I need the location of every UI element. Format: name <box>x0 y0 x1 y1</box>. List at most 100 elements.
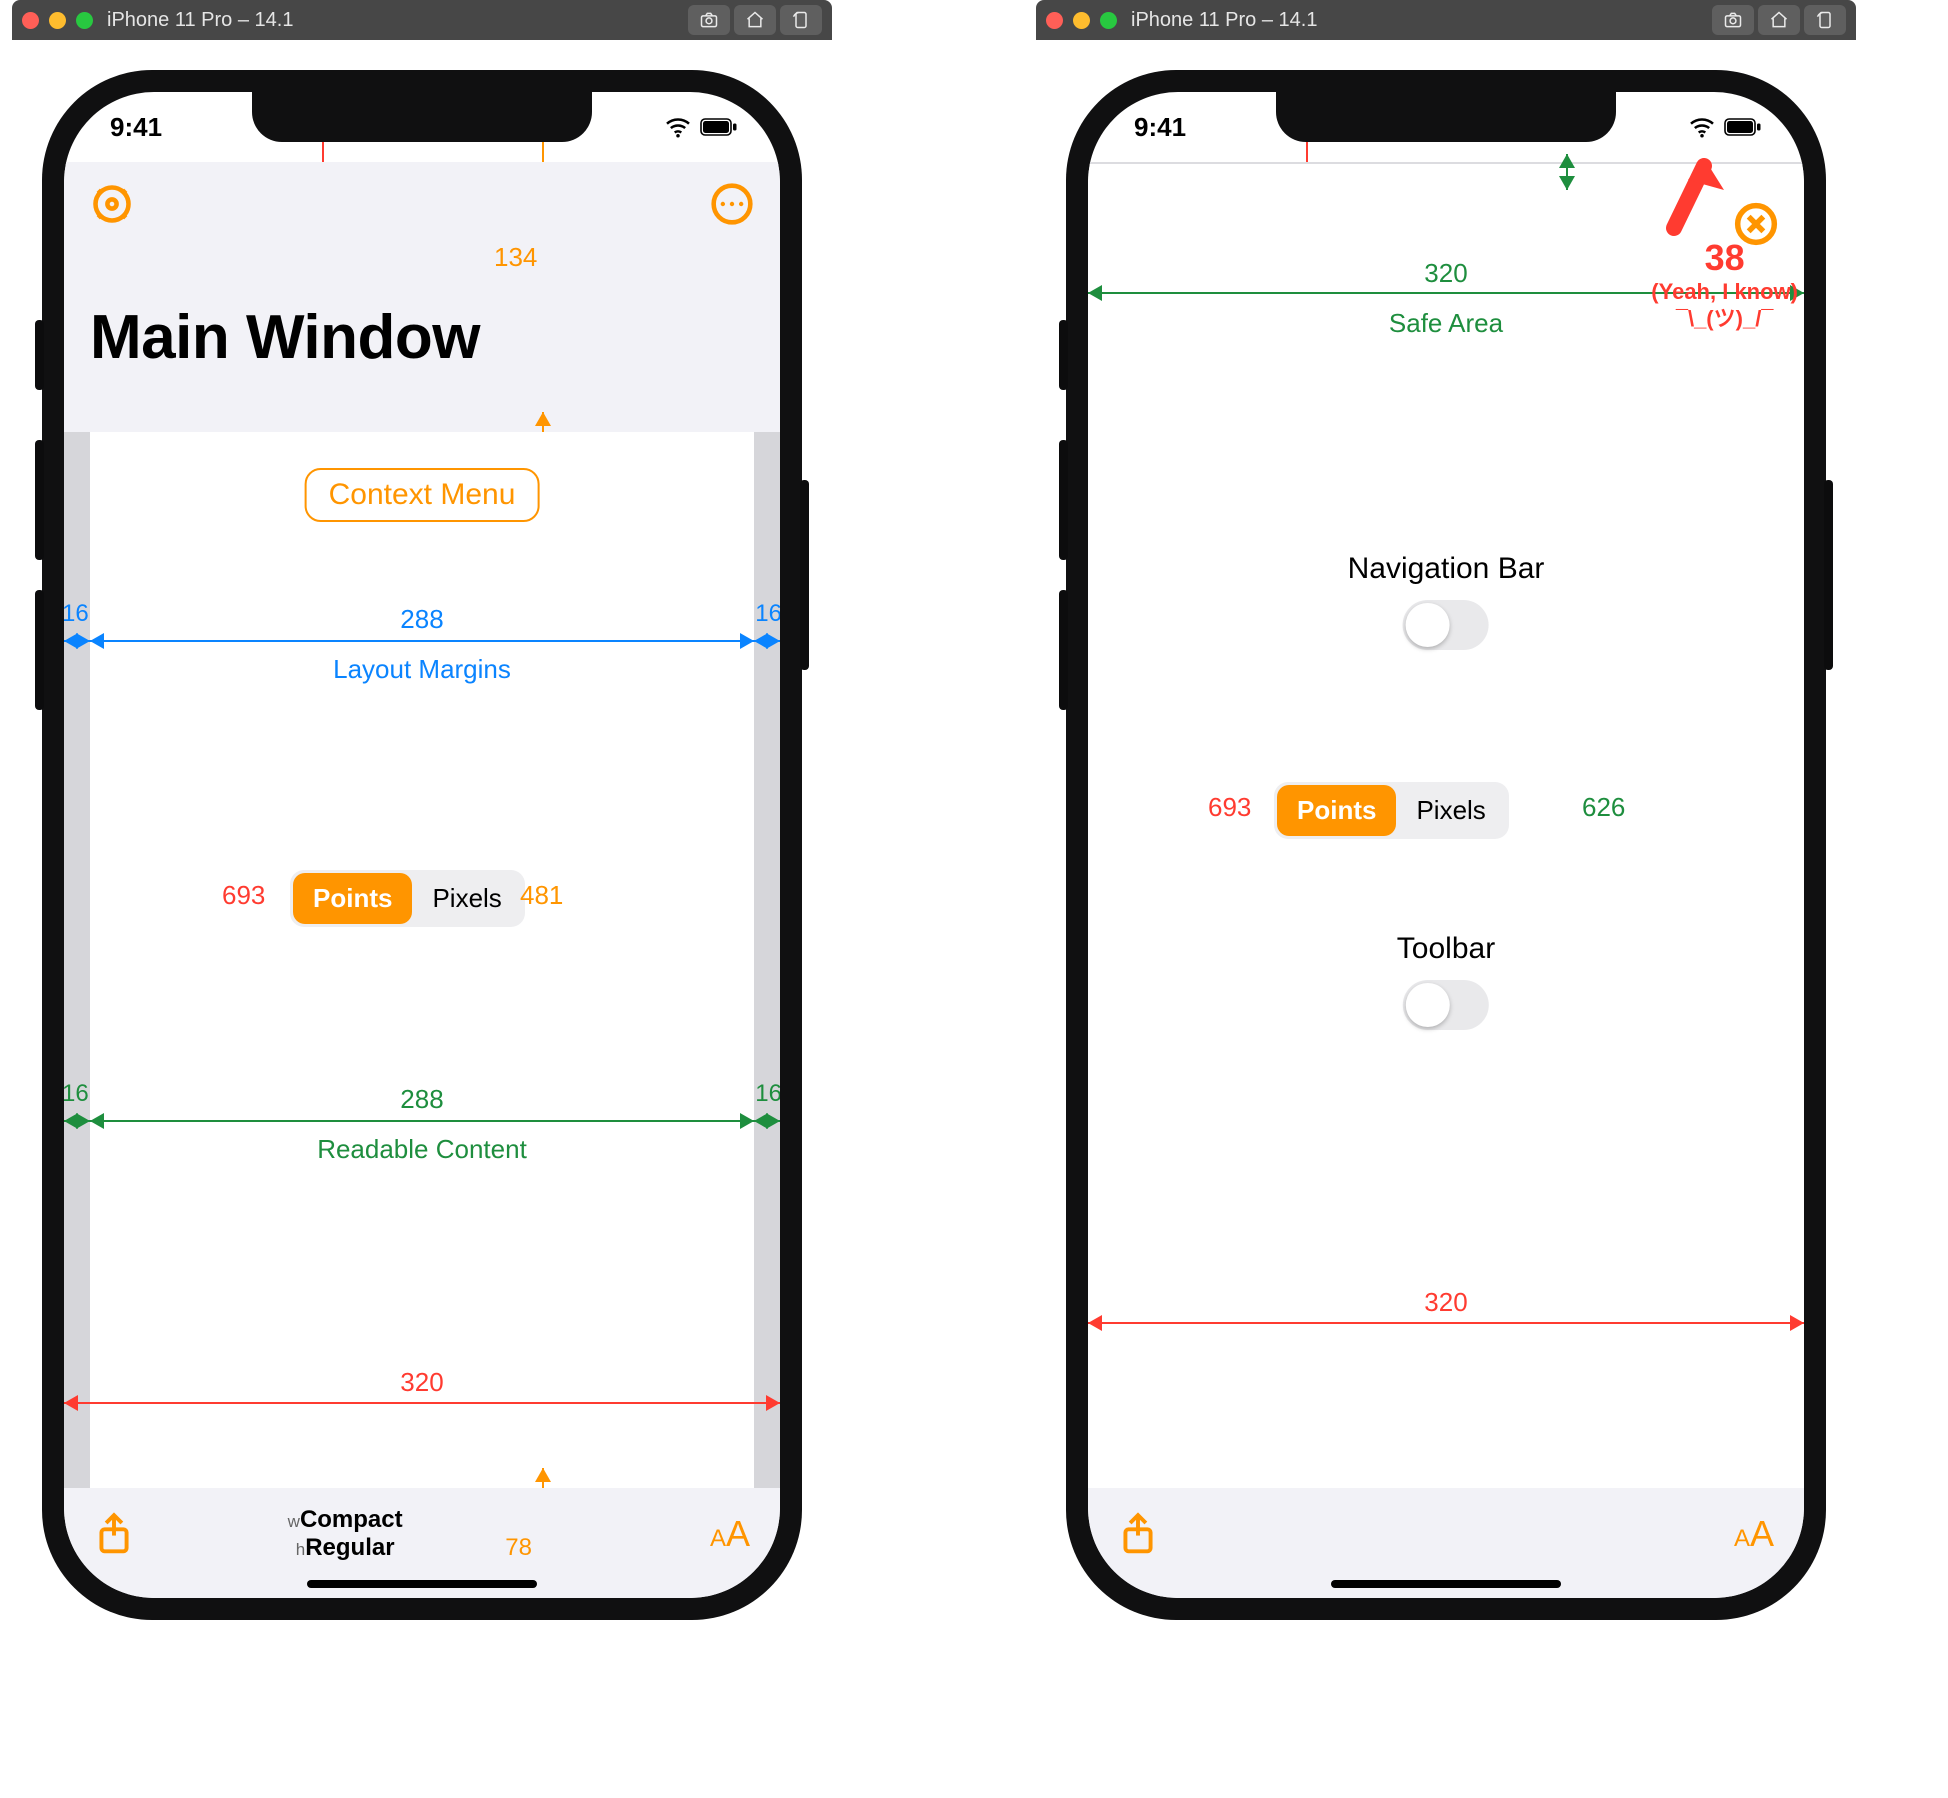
rotate-button[interactable] <box>1804 5 1846 35</box>
orange-top-value: 134 <box>494 242 537 273</box>
size-class-w-label: w <box>288 1512 300 1531</box>
simulator-title: iPhone 11 Pro – 14.1 <box>107 9 293 32</box>
unit-segmented-control[interactable]: Points Pixels <box>1274 782 1509 839</box>
toolbar-label: Toolbar <box>1397 932 1495 966</box>
phone-frame: 9:41 <box>1066 70 1826 1620</box>
annotation-line-1: (Yeah, I know) <box>1651 279 1798 305</box>
full-width-arrow <box>1088 1322 1804 1324</box>
status-time: 9:41 <box>110 112 162 143</box>
window-zoom-button[interactable] <box>1100 12 1117 29</box>
annotation-value: 38 <box>1651 236 1798 279</box>
volume-down-button <box>35 590 44 710</box>
toolbar-control: Toolbar <box>1397 932 1495 1030</box>
status-time: 9:41 <box>1134 112 1186 143</box>
simulator-window-left: iPhone 11 Pro – 14.1 9:41 <box>12 0 832 1620</box>
notch <box>252 92 592 142</box>
readable-center-arrow <box>90 1120 754 1122</box>
mute-switch <box>35 320 44 390</box>
rotate-button[interactable] <box>780 5 822 35</box>
text-size-button[interactable]: AA <box>1734 1513 1774 1555</box>
content-area: Context Menu 16 16 288 Layout Margins 69… <box>64 432 780 1488</box>
window-minimize-button[interactable] <box>1073 12 1090 29</box>
segment-pixels[interactable]: Pixels <box>412 873 521 924</box>
page-title: Main Window <box>90 302 754 373</box>
readable-center-value: 288 <box>400 1084 443 1115</box>
orange-bottom-value: 78 <box>505 1534 532 1562</box>
volume-up-button <box>35 440 44 560</box>
orange-inner-height-value: 481 <box>520 880 563 911</box>
safe-area-label: Safe Area <box>1389 308 1503 339</box>
readable-left-value: 16 <box>64 1080 89 1108</box>
content-area: 320 Safe Area 38 (Yeah, I know) ¯\_(ツ)_/… <box>1088 162 1804 1488</box>
navigation-bar-label: Navigation Bar <box>1348 552 1545 586</box>
layout-margin-center-arrow <box>90 640 754 642</box>
navigation-bar: 134 Main Window <box>64 162 780 432</box>
readable-right-arrow <box>754 1120 780 1122</box>
annotation-line-2: ¯\_(ツ)_/¯ <box>1651 306 1798 332</box>
home-indicator[interactable] <box>307 1580 537 1588</box>
annotation-arrow-icon <box>1654 158 1724 248</box>
volume-up-button <box>1059 440 1068 560</box>
red-height-value: 693 <box>1208 792 1251 823</box>
full-width-value: 320 <box>1424 1287 1467 1318</box>
scroll-width-value: 320 <box>400 1367 443 1398</box>
home-button[interactable] <box>1758 5 1800 35</box>
safe-area-width-value: 320 <box>1424 258 1467 289</box>
share-icon[interactable] <box>1118 1512 1158 1556</box>
phone-screen: 9:41 <box>64 92 780 1598</box>
layout-margin-center-value: 288 <box>400 604 443 635</box>
toolbar-switch[interactable] <box>1403 980 1489 1030</box>
phone-frame: 9:41 <box>42 70 802 1620</box>
green-height-value: 626 <box>1582 792 1625 823</box>
wifi-icon <box>664 116 692 138</box>
screenshot-button[interactable] <box>1712 5 1754 35</box>
battery-icon <box>700 118 738 136</box>
readable-label: Readable Content <box>317 1134 527 1165</box>
size-class-h-label: h <box>296 1540 305 1559</box>
segment-pixels[interactable]: Pixels <box>1396 785 1505 836</box>
share-icon[interactable] <box>94 1512 134 1556</box>
layout-margin-label: Layout Margins <box>333 654 511 685</box>
more-ellipsis-icon[interactable] <box>710 182 754 226</box>
layout-margin-right-value: 16 <box>755 600 780 628</box>
simulator-titlebar: iPhone 11 Pro – 14.1 <box>12 0 832 40</box>
readable-left-arrow <box>64 1120 90 1122</box>
notch <box>1276 92 1616 142</box>
volume-down-button <box>1059 590 1068 710</box>
readable-right-value: 16 <box>755 1080 780 1108</box>
window-zoom-button[interactable] <box>76 12 93 29</box>
segment-points[interactable]: Points <box>1277 785 1396 836</box>
margin-gutter-left <box>64 432 90 1488</box>
settings-gear-icon[interactable] <box>90 182 134 226</box>
context-menu-button[interactable]: Context Menu <box>305 468 540 522</box>
layout-margin-left-arrow <box>64 640 90 642</box>
window-minimize-button[interactable] <box>49 12 66 29</box>
scroll-width-arrow <box>64 1402 780 1404</box>
annotation-text: 38 (Yeah, I know) ¯\_(ツ)_/¯ <box>1651 236 1798 332</box>
navigation-bar-switch[interactable] <box>1403 600 1489 650</box>
battery-icon <box>1724 118 1762 136</box>
unit-segmented-control[interactable]: Points Pixels <box>290 870 525 927</box>
side-button <box>1824 480 1833 670</box>
home-indicator[interactable] <box>1331 1580 1561 1588</box>
navigation-bar-control: Navigation Bar <box>1348 552 1545 650</box>
window-traffic-lights <box>22 12 93 29</box>
side-button <box>800 480 809 670</box>
red-height-value: 693 <box>222 880 265 911</box>
simulator-title: iPhone 11 Pro – 14.1 <box>1131 9 1317 32</box>
layout-margin-right-arrow <box>754 640 780 642</box>
simulator-titlebar: iPhone 11 Pro – 14.1 <box>1036 0 1856 40</box>
layout-margin-left-value: 16 <box>64 600 89 628</box>
size-class-indicator: wCompact hRegular <box>288 1506 403 1562</box>
size-class-w-value: Compact <box>300 1506 403 1533</box>
screenshot-button[interactable] <box>688 5 730 35</box>
wifi-icon <box>1688 116 1716 138</box>
window-traffic-lights <box>1046 12 1117 29</box>
window-close-button[interactable] <box>22 12 39 29</box>
text-size-button[interactable]: AA <box>710 1513 750 1555</box>
segment-points[interactable]: Points <box>293 873 412 924</box>
simulator-window-right: iPhone 11 Pro – 14.1 9:41 <box>1036 0 1856 1620</box>
margin-gutter-right <box>754 432 780 1488</box>
window-close-button[interactable] <box>1046 12 1063 29</box>
home-button[interactable] <box>734 5 776 35</box>
